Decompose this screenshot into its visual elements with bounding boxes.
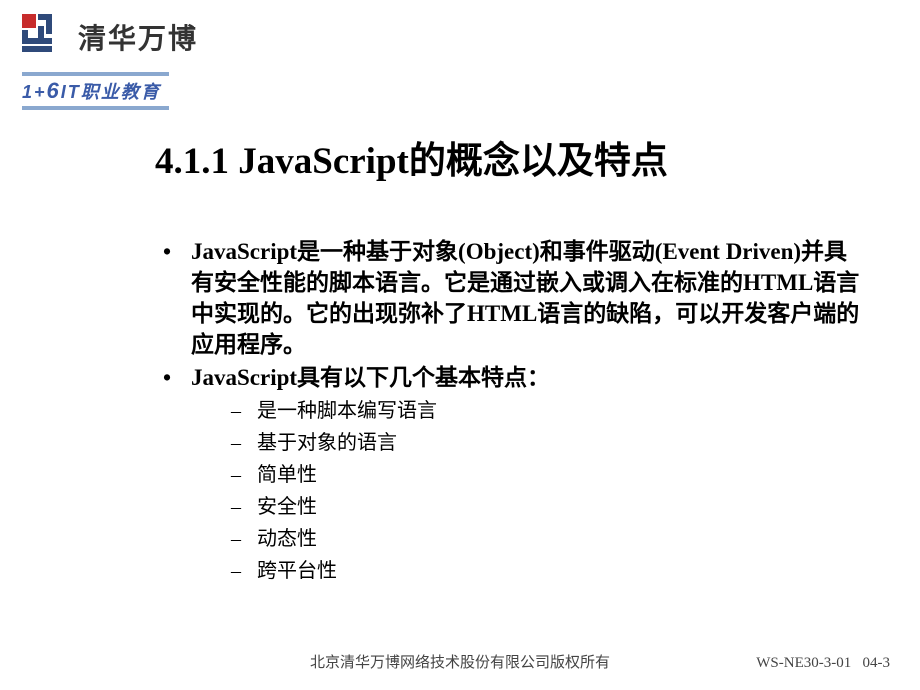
brand-text: 清华万博 (78, 17, 198, 57)
sub-item: 简单性 (227, 459, 860, 491)
sub-brand-bar: 1+6IT职业教育 (22, 72, 920, 110)
sub-brand-prefix: 1+ (22, 82, 47, 102)
sub-item: 动态性 (227, 523, 860, 555)
sub-item: 基于对象的语言 (227, 427, 860, 459)
sub-brand: 1+6IT职业教育 (22, 72, 169, 110)
sub-item: 跨平台性 (227, 555, 860, 587)
slide-content: 4.1.1 JavaScript的概念以及特点 JavaScript是一种基于对… (0, 110, 920, 587)
sub-brand-six: 6 (47, 78, 61, 103)
bullet-list: JavaScript是一种基于对象(Object)和事件驱动(Event Dri… (155, 236, 860, 393)
footer-code: WS-NE30-3-01 (756, 655, 851, 671)
slide-header: 清华万博 1+6IT职业教育 (0, 0, 920, 110)
footer-page: 04-3 (863, 655, 891, 671)
sub-item: 是一种脚本编写语言 (227, 395, 860, 427)
footer-meta: WS-NE30-3-01 04-3 (756, 655, 890, 672)
logo-area: 清华万博 (22, 14, 920, 60)
bullet-item: JavaScript具有以下几个基本特点： (155, 362, 860, 393)
sub-item: 安全性 (227, 491, 860, 523)
slide-title: 4.1.1 JavaScript的概念以及特点 (155, 130, 860, 184)
sub-list: 是一种脚本编写语言 基于对象的语言 简单性 安全性 动态性 跨平台性 (155, 395, 860, 587)
sub-brand-suffix: IT职业教育 (61, 82, 161, 102)
logo-icon (22, 14, 68, 60)
bullet-item: JavaScript是一种基于对象(Object)和事件驱动(Event Dri… (155, 236, 860, 360)
